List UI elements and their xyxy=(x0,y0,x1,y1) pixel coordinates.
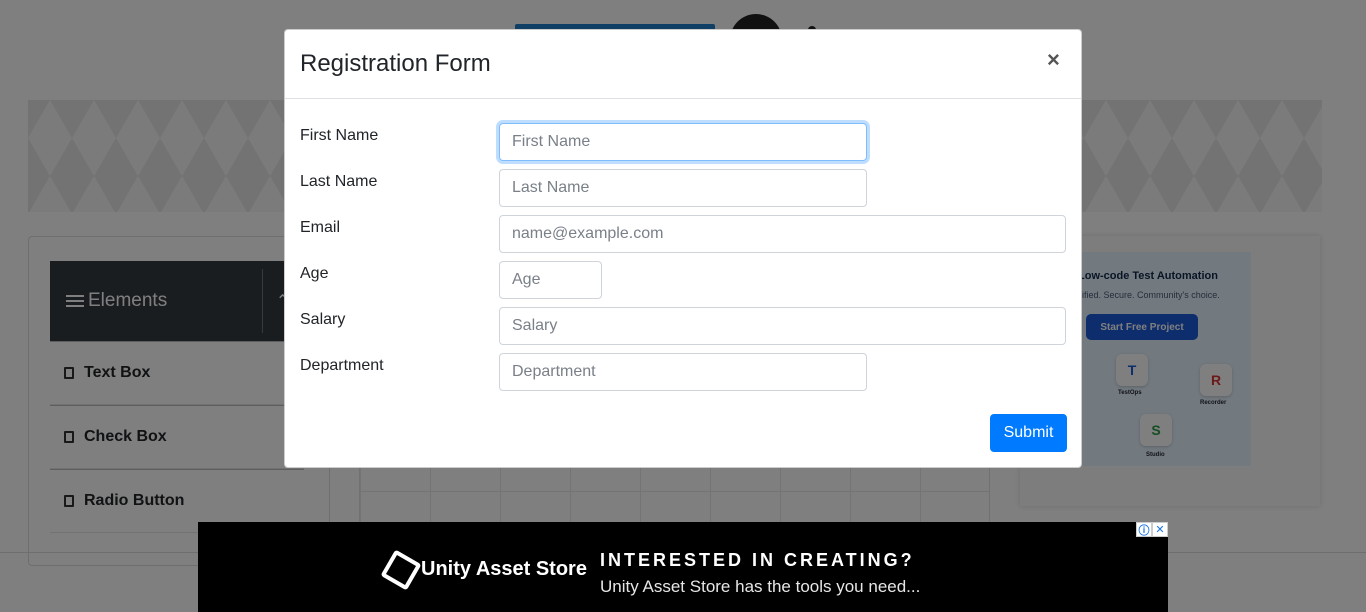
unity-cube-icon xyxy=(380,549,422,591)
registration-form-modal: Registration Form × First Name Last Name… xyxy=(284,29,1082,468)
age-input[interactable] xyxy=(499,261,602,299)
salary-input[interactable] xyxy=(499,307,1066,345)
submit-button[interactable]: Submit xyxy=(990,414,1067,452)
close-icon[interactable]: × xyxy=(1047,48,1060,72)
close-ad-icon[interactable]: ✕ xyxy=(1152,522,1168,537)
modal-header: Registration Form × xyxy=(285,30,1081,99)
last-name-input[interactable] xyxy=(499,169,867,207)
info-icon[interactable]: ⓘ xyxy=(1136,522,1152,537)
ad-brand: Unity Asset Store xyxy=(421,558,587,580)
age-label: Age xyxy=(300,265,329,282)
email-input[interactable] xyxy=(499,215,1066,253)
bottom-advertisement[interactable]: ⓘ ✕ Unity Asset Store INTERESTED IN CREA… xyxy=(198,522,1168,612)
salary-label: Salary xyxy=(300,311,346,328)
department-input[interactable] xyxy=(499,353,867,391)
ad-headline: INTERESTED IN CREATING? xyxy=(600,550,915,570)
department-label: Department xyxy=(300,357,384,374)
email-label: Email xyxy=(300,219,341,236)
modal-title: Registration Form xyxy=(300,50,491,77)
first-name-label: First Name xyxy=(300,127,379,144)
first-name-input[interactable] xyxy=(499,123,867,161)
last-name-label: Last Name xyxy=(300,173,378,190)
ad-subline: Unity Asset Store has the tools you need… xyxy=(600,577,921,596)
ad-controls: ⓘ ✕ xyxy=(1136,522,1168,537)
